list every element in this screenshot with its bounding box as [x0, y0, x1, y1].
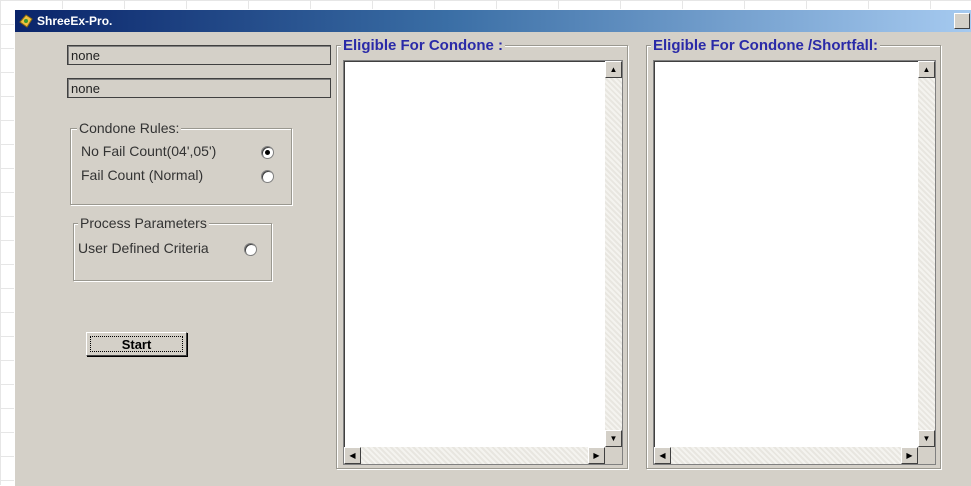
horizontal-scrollbar[interactable]: ◀ ▶ — [654, 447, 918, 464]
eligible-shortfall-legend: Eligible For Condone /Shortfall: — [651, 37, 880, 54]
app-icon — [19, 14, 33, 28]
start-button[interactable]: Start — [86, 332, 187, 356]
eligible-condone-legend: Eligible For Condone : — [341, 37, 505, 54]
horizontal-scrollbar[interactable]: ◀ ▶ — [344, 447, 605, 464]
scroll-down-button[interactable]: ▼ — [605, 430, 622, 447]
scroll-up-button[interactable]: ▲ — [918, 61, 935, 78]
process-parameters-legend: Process Parameters — [78, 215, 209, 231]
scroll-right-button[interactable]: ▶ — [901, 447, 918, 464]
condone-rules-legend: Condone Rules: — [77, 120, 182, 136]
app-window: ShreeEx-Pro. none none Condone Rules: No… — [14, 9, 971, 486]
window-title: ShreeEx-Pro. — [37, 14, 113, 28]
scroll-left-button[interactable]: ◀ — [344, 447, 361, 464]
scroll-up-button[interactable]: ▲ — [605, 61, 622, 78]
status-field-1[interactable]: none — [67, 45, 331, 65]
eligible-condone-group: Eligible For Condone : ▲ ▼ ◀ ▶ — [336, 37, 628, 469]
scroll-left-button[interactable]: ◀ — [654, 447, 671, 464]
scroll-down-button[interactable]: ▼ — [918, 430, 935, 447]
eligible-shortfall-list[interactable]: ▲ ▼ ◀ ▶ — [653, 60, 936, 465]
scrollbar-corner — [605, 447, 622, 464]
radio-fail-count-normal[interactable] — [261, 170, 274, 183]
condone-rules-group: Condone Rules: No Fail Count(04',05') Fa… — [70, 120, 292, 205]
process-parameters-group: Process Parameters User Defined Criteria — [73, 215, 272, 281]
start-button-label: Start — [121, 337, 152, 352]
radio-label-no-fail-count: No Fail Count(04',05') — [81, 143, 217, 159]
radio-label-user-defined-criteria: User Defined Criteria — [78, 240, 209, 256]
radio-user-defined-criteria[interactable] — [244, 243, 257, 256]
vertical-scrollbar[interactable]: ▲ ▼ — [918, 61, 935, 447]
title-bar[interactable]: ShreeEx-Pro. — [15, 10, 971, 32]
vertical-scrollbar[interactable]: ▲ ▼ — [605, 61, 622, 447]
window-control-button[interactable] — [954, 13, 970, 29]
radio-label-fail-count-normal: Fail Count (Normal) — [81, 167, 204, 183]
status-field-2[interactable]: none — [67, 78, 331, 98]
scrollbar-corner — [918, 447, 935, 464]
scroll-right-button[interactable]: ▶ — [588, 447, 605, 464]
radio-no-fail-count[interactable] — [261, 146, 274, 159]
radio-selected-dot — [265, 150, 270, 155]
eligible-condone-list[interactable]: ▲ ▼ ◀ ▶ — [343, 60, 623, 465]
eligible-shortfall-group: Eligible For Condone /Shortfall: ▲ ▼ ◀ ▶ — [646, 37, 941, 469]
